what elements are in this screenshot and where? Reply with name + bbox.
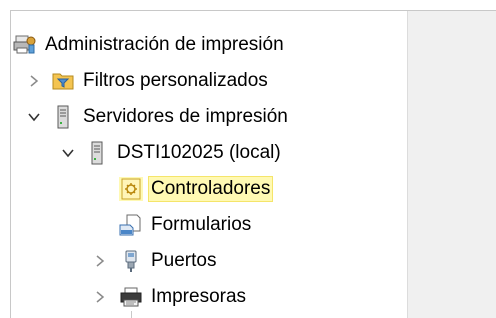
print-management-icon — [13, 33, 37, 57]
tree-item-clipped — [119, 311, 144, 318]
tree-item-label: Puertos — [151, 250, 217, 271]
tree-pane: Administración de impresión Filtros pers… — [11, 11, 407, 318]
tree-item-server-local[interactable]: DSTI102025 (local) — [59, 135, 281, 171]
folder-filter-icon — [51, 69, 75, 93]
tree-item-label: Formularios — [151, 214, 252, 235]
console-frame: Administración de impresión Filtros pers… — [10, 10, 496, 318]
details-pane — [411, 11, 496, 318]
tree-item-label: Servidores de impresión — [83, 106, 288, 127]
tree-item-ports[interactable]: Puertos — [96, 243, 217, 279]
tree-item-label: Controladores — [147, 176, 274, 202]
tree-item-label: DSTI102025 (local) — [117, 142, 281, 163]
tree-item-forms[interactable]: Formularios — [119, 207, 251, 243]
tree-item-label: Administración de impresión — [45, 34, 284, 55]
forms-icon — [119, 213, 143, 237]
drivers-icon — [119, 177, 143, 201]
printer-icon — [119, 285, 143, 309]
tree-item-label: Impresoras — [151, 286, 247, 307]
server-icon — [85, 141, 109, 165]
tree-item-root[interactable]: Administración de impresión — [13, 27, 284, 63]
tree-item-custom-filters[interactable]: Filtros personalizados — [25, 63, 268, 99]
chevron-right-icon[interactable] — [25, 72, 43, 90]
chevron-right-icon[interactable] — [91, 288, 109, 306]
tree-item-fragment — [131, 311, 144, 318]
tree-item-print-servers[interactable]: Servidores de impresión — [25, 99, 288, 135]
chevron-down-icon[interactable] — [59, 144, 77, 162]
tree-item-printers[interactable]: Impresoras — [96, 279, 247, 315]
tree-item-label: Filtros personalizados — [83, 70, 268, 91]
tree-item-drivers[interactable]: Controladores — [119, 171, 274, 207]
chevron-right-icon[interactable] — [91, 252, 109, 270]
ports-icon — [119, 249, 143, 273]
chevron-down-icon[interactable] — [25, 108, 43, 126]
server-icon — [51, 105, 75, 129]
